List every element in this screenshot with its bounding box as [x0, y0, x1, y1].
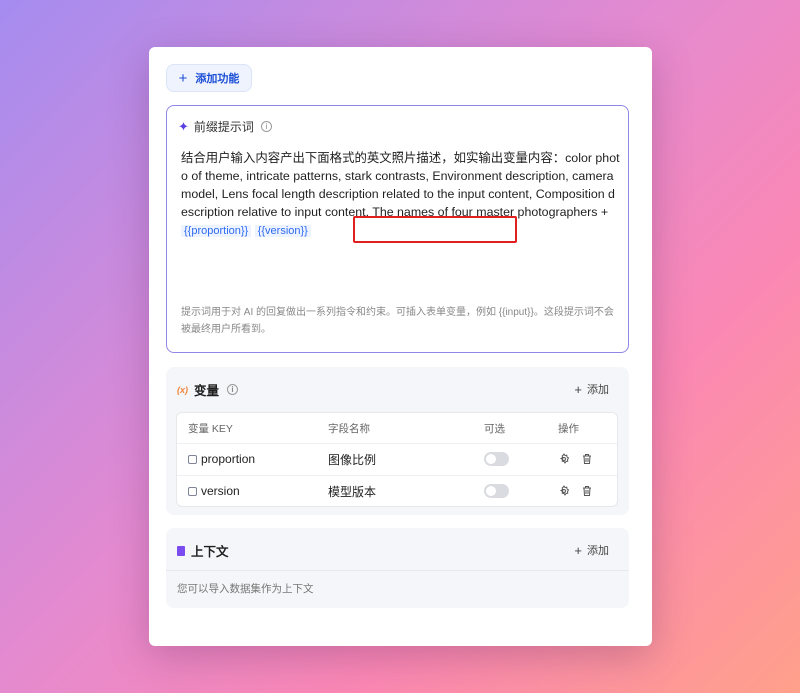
variable-chip-version[interactable]: {{version}}: [254, 225, 311, 237]
optional-toggle[interactable]: [484, 452, 509, 466]
variable-name[interactable]: 图像比例: [328, 451, 376, 468]
context-description: 您可以导入数据集作为上下文: [177, 583, 314, 595]
settings-gear-icon[interactable]: [558, 485, 570, 497]
app-card: + 添加功能 ✦ 前缀提示词 i 结合用户输入内容产出下面格式的英文照片描述，如…: [149, 47, 652, 646]
divider: [166, 570, 629, 571]
sparkle-icon: ✦: [178, 118, 189, 134]
column-header-optional: 可选: [484, 422, 505, 435]
row-actions: [558, 485, 593, 497]
variables-section: (x) 变量 i + 添加 变量 KEY 字段名称 可选 操作 proporti…: [166, 367, 629, 515]
add-context-button[interactable]: + 添加: [574, 542, 609, 558]
annotation-highlight-box: [353, 216, 517, 243]
document-icon: [177, 545, 185, 556]
prompt-editor[interactable]: ✦ 前缀提示词 i 结合用户输入内容产出下面格式的英文照片描述，如实输出变量内容…: [166, 105, 629, 353]
variable-key-cell: proportion: [188, 452, 255, 466]
variables-title: 变量: [194, 384, 220, 398]
variable-key-cell: version: [188, 484, 240, 498]
info-icon[interactable]: i: [260, 121, 272, 132]
column-header-actions: 操作: [558, 422, 579, 435]
variable-chip-proportion[interactable]: {{proportion}}: [181, 225, 252, 237]
column-header-name: 字段名称: [328, 422, 370, 435]
variable-type-icon: [188, 454, 197, 464]
optional-cell: [484, 452, 509, 466]
delete-trash-icon[interactable]: [581, 485, 593, 497]
add-variable-button[interactable]: + 添加: [574, 381, 609, 397]
plus-icon: +: [574, 381, 582, 397]
variable-key[interactable]: version: [201, 484, 240, 498]
variable-type-icon: [188, 486, 197, 496]
plus-icon: +: [178, 69, 188, 87]
add-feature-label: 添加功能: [195, 73, 240, 85]
variables-header: (x) 变量 i: [177, 380, 239, 399]
row-actions: [558, 453, 593, 465]
context-title: 上下文: [191, 545, 229, 559]
prompt-hint: 提示词用于对 AI 的回复做出一系列指令和约束。可插入表单变量，例如 {{inp…: [181, 307, 614, 335]
delete-trash-icon[interactable]: [581, 453, 593, 465]
column-header-key: 变量 KEY: [188, 422, 233, 435]
variables-table: 变量 KEY 字段名称 可选 操作 proportion 图像比例 versio…: [176, 412, 618, 507]
info-icon[interactable]: i: [227, 384, 239, 395]
add-feature-button[interactable]: + 添加功能: [166, 64, 252, 92]
table-row: version 模型版本: [177, 475, 617, 506]
prompt-header: ✦ 前缀提示词 i: [178, 118, 272, 135]
add-variable-label: 添加: [587, 384, 609, 396]
variable-name[interactable]: 模型版本: [328, 483, 376, 500]
settings-gear-icon[interactable]: [558, 453, 570, 465]
context-header: 上下文: [177, 541, 229, 560]
prompt-content: 结合用户输入内容产出下面格式的英文照片描述，如实输出变量内容：color pho…: [181, 151, 620, 219]
variable-key[interactable]: proportion: [201, 452, 255, 466]
add-context-label: 添加: [587, 545, 609, 557]
context-section: 上下文 + 添加 您可以导入数据集作为上下文: [166, 528, 629, 608]
prompt-title: 前缀提示词: [193, 120, 254, 134]
optional-cell: [484, 484, 509, 498]
table-header-row: 变量 KEY 字段名称 可选 操作: [177, 413, 617, 443]
plus-icon: +: [574, 542, 582, 558]
variable-x-icon: (x): [177, 384, 188, 395]
optional-toggle[interactable]: [484, 484, 509, 498]
table-row: proportion 图像比例: [177, 443, 617, 474]
